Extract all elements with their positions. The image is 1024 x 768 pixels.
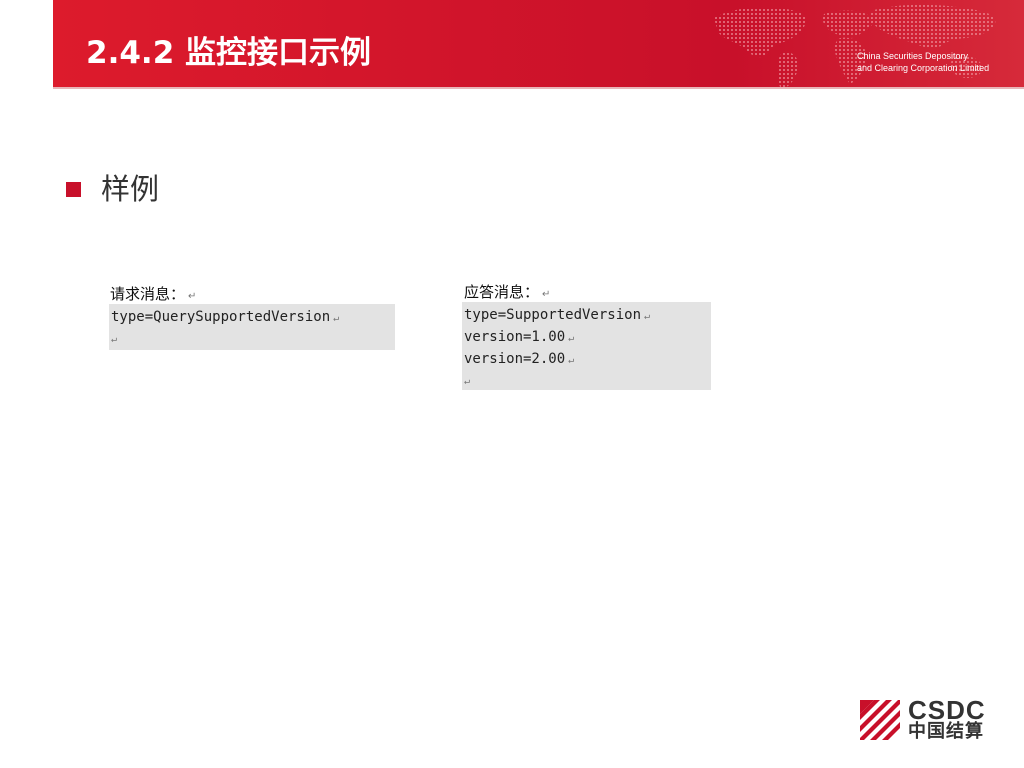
request-label-text: 请求消息： xyxy=(110,285,186,303)
code-line: version=1.00 ↵ xyxy=(464,329,575,345)
square-bullet-icon xyxy=(66,182,81,197)
paragraph-mark-icon: ↵ xyxy=(568,333,575,344)
code-line: type=QuerySupportedVersion ↵ xyxy=(111,309,340,325)
csdc-stripes-icon xyxy=(860,700,900,740)
logo-text-chinese: 中国结算 xyxy=(908,721,984,742)
response-code-block: type=SupportedVersion ↵ version=1.00 ↵ ver… xyxy=(462,302,711,390)
code-line: type=SupportedVersion ↵ xyxy=(464,307,651,323)
paragraph-mark-icon: ↵ xyxy=(464,376,471,387)
empty-line: ↵ xyxy=(111,328,395,348)
slide: 2.4.2 监控接口示例 China Securities Depository… xyxy=(0,0,1024,768)
response-label-text: 应答消息： xyxy=(464,283,540,301)
code-line: version=2.00 ↵ xyxy=(464,351,575,367)
paragraph-mark-icon: ↵ xyxy=(644,311,651,322)
title-bar: 2.4.2 监控接口示例 China Securities Depository… xyxy=(53,0,1024,87)
csdc-logo: CSDC 中国结算 xyxy=(860,696,990,744)
paragraph-mark-icon: ↵ xyxy=(188,291,197,302)
request-code-block: type=QuerySupportedVersion ↵ ↵ xyxy=(109,304,395,350)
company-name-line-1: China Securities Depository xyxy=(857,51,969,61)
logo-text-english: CSDC xyxy=(908,695,986,725)
empty-line: ↵ xyxy=(464,370,711,390)
company-name-line-2: and Clearing Corporation Limited xyxy=(857,63,990,73)
slide-title: 2.4.2 监控接口示例 xyxy=(86,35,372,71)
paragraph-mark-icon: ↵ xyxy=(333,313,340,324)
paragraph-mark-icon: ↵ xyxy=(542,289,551,300)
company-name-english: China Securities Depository and Clearing… xyxy=(857,50,989,74)
bullet-text: 样例 xyxy=(101,172,160,206)
title-bar-shadow xyxy=(53,87,1024,89)
paragraph-mark-icon: ↵ xyxy=(568,355,575,366)
paragraph-mark-icon: ↵ xyxy=(111,334,118,345)
